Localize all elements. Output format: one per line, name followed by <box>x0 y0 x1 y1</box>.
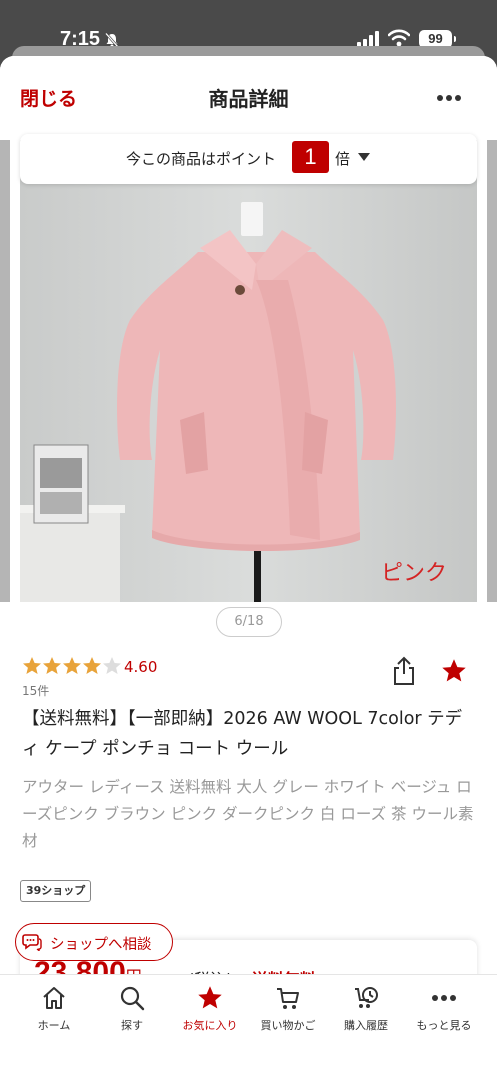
cellular-signal-icon <box>357 31 379 47</box>
consult-label: ショップへ相談 <box>50 937 152 953</box>
shop-tag: 39ショップ <box>20 880 92 902</box>
product-detail-sheet: 閉じる 商品詳細 今この商品はポイント 1 倍 ピンク 6/18 4.60 15… <box>0 56 497 1080</box>
product-title: 【送料無料】【一部即納】2026 AW WOOL 7color テディ ケープ … <box>22 709 463 759</box>
product-image[interactable] <box>20 140 477 602</box>
rating-value: 4.60 <box>124 658 158 676</box>
page-title: 商品詳細 <box>208 87 289 111</box>
cart-icon <box>277 988 299 1009</box>
chat-bubble-icon <box>22 934 42 951</box>
home-icon <box>43 987 65 1009</box>
tab-favorites[interactable]: お気に入り <box>171 985 249 1035</box>
caret-down-icon[interactable] <box>358 153 370 161</box>
previous-image-peek[interactable] <box>0 140 10 602</box>
tab-history[interactable]: 購入履歴 <box>327 985 405 1035</box>
review-count[interactable]: 15件 <box>22 682 49 699</box>
tab-search[interactable]: 探す <box>93 985 171 1035</box>
page-indicator: 6/18 <box>216 607 282 637</box>
more-options-icon[interactable] <box>436 94 462 102</box>
image-gallery[interactable] <box>0 140 497 602</box>
tab-label-more: もっと見る <box>416 1019 472 1032</box>
tab-label-home: ホーム <box>37 1019 71 1032</box>
product-keywords: アウター レディース 送料無料 大人 グレー ホワイト ベージュ ローズピンク … <box>22 778 474 850</box>
point-bar[interactable]: 今この商品はポイント 1 倍 <box>20 134 477 184</box>
rating-stars-icon <box>23 657 121 674</box>
search-icon <box>120 986 145 1011</box>
next-image-peek[interactable] <box>487 140 497 602</box>
favorite-star-icon[interactable] <box>441 658 467 684</box>
consult-shop-button[interactable]: ショップへ相談 <box>15 923 173 961</box>
tab-label-favorites: お気に入り <box>182 1019 238 1032</box>
coat-photo <box>20 140 477 602</box>
point-multiplier-badge: 1 <box>292 141 329 173</box>
history-icon <box>355 987 378 1008</box>
bottom-tab-bar: ホーム 探す お気に入り 買い物かご 購入履歴 もっと見る <box>0 974 497 1080</box>
point-text: 今この商品はポイント <box>126 150 277 168</box>
share-icon[interactable] <box>392 656 416 686</box>
tab-more[interactable]: もっと見る <box>405 985 483 1035</box>
star-icon <box>198 986 222 1009</box>
wifi-icon <box>388 29 410 47</box>
point-suffix: 倍 <box>335 150 351 168</box>
color-label: ピンク <box>381 561 448 586</box>
tab-cart[interactable]: 買い物かご <box>249 985 327 1035</box>
tab-label-search: 探す <box>121 1019 143 1032</box>
nav-bar: 閉じる 商品詳細 <box>0 56 497 140</box>
tab-label-history: 購入履歴 <box>344 1019 388 1032</box>
more-icon <box>432 995 456 1001</box>
tab-home[interactable]: ホーム <box>15 985 93 1035</box>
tab-label-cart: 買い物かご <box>260 1019 316 1032</box>
status-bar: 7:15 99 <box>0 0 497 50</box>
